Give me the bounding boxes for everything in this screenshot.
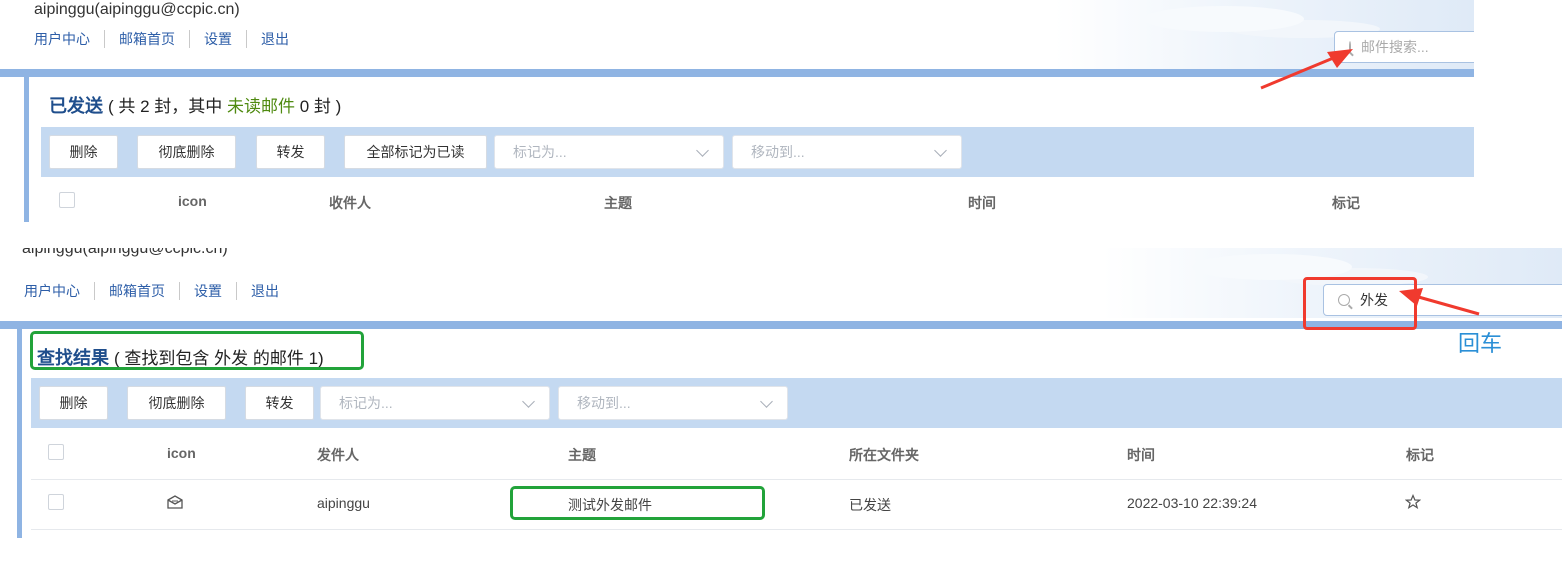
header-divider (0, 69, 1474, 77)
enter-key-label: 回车 (1458, 331, 1503, 356)
column-subject[interactable]: 主题 (604, 193, 632, 213)
nav-settings[interactable]: 设置 (180, 282, 237, 300)
row-time: 2022-03-10 22:39:24 (1127, 495, 1257, 511)
mark-as-label: 标记为... (513, 144, 567, 160)
move-to-label: 移动到... (751, 144, 805, 160)
delete-button[interactable]: 删除 (49, 135, 118, 169)
folder-name: 已发送 (49, 96, 103, 116)
count-prefix: ( 共 2 封，其中 (108, 97, 228, 116)
permanent-delete-button[interactable]: 彻底删除 (137, 135, 236, 169)
folder-title: 已发送 ( 共 2 封，其中 未读邮件 0 封 ) (49, 92, 341, 118)
column-flag[interactable]: 标记 (1406, 445, 1434, 465)
row-folder: 已发送 (849, 497, 891, 513)
column-flag[interactable]: 标记 (1332, 193, 1360, 213)
column-subject[interactable]: 主题 (568, 445, 596, 465)
enter-arrow-annotation (1399, 288, 1480, 316)
column-folder[interactable]: 所在文件夹 (849, 445, 919, 465)
row-divider (31, 529, 1562, 530)
row-divider (31, 479, 1562, 480)
row-checkbox[interactable] (48, 494, 64, 510)
column-icon: icon (167, 445, 196, 461)
column-icon: icon (178, 193, 207, 209)
chevron-down-icon (522, 395, 535, 408)
select-all-checkbox[interactable] (48, 444, 64, 460)
unread-link[interactable]: 未读邮件 (227, 97, 295, 116)
nav-mail-home[interactable]: 邮箱首页 (105, 30, 190, 48)
top-nav: 用户中心 邮箱首页 设置 退出 (24, 282, 293, 300)
count-suffix: 0 封 ) (295, 97, 342, 116)
mark-as-select[interactable]: 标记为... (494, 135, 724, 169)
mark-as-select[interactable]: 标记为... (320, 386, 550, 420)
arrow-to-search-annotation (1260, 49, 1353, 90)
column-recipient[interactable]: 收件人 (329, 193, 371, 213)
top-nav: 用户中心 邮箱首页 设置 退出 (34, 30, 303, 48)
row-sender: aipinggu (317, 495, 370, 511)
user-account: aipinggu(aipinggu@ccpic.cn) (34, 1, 240, 18)
permanent-delete-button[interactable]: 彻底删除 (127, 386, 226, 420)
chevron-down-icon (696, 144, 709, 157)
column-time[interactable]: 时间 (1127, 445, 1155, 465)
mark-as-label: 标记为... (339, 395, 393, 411)
nav-logout[interactable]: 退出 (247, 30, 303, 48)
subject-highlight-box (510, 486, 765, 520)
nav-user-center[interactable]: 用户中心 (24, 282, 95, 300)
move-to-select[interactable]: 移动到... (558, 386, 788, 420)
delete-button[interactable]: 删除 (39, 386, 108, 420)
content-left-stripe (17, 321, 22, 538)
chevron-down-icon (760, 395, 773, 408)
result-title-highlight-box (30, 331, 364, 370)
nav-user-center[interactable]: 用户中心 (34, 30, 105, 48)
mark-all-read-button[interactable]: 全部标记为已读 (344, 135, 487, 169)
top-panel: aipinggu(aipinggu@ccpic.cn) 用户中心 邮箱首页 设置… (0, 0, 1474, 222)
chevron-down-icon (934, 144, 947, 157)
move-to-label: 移动到... (577, 395, 631, 411)
column-time[interactable]: 时间 (968, 193, 996, 213)
nav-mail-home[interactable]: 邮箱首页 (95, 282, 180, 300)
forward-button[interactable]: 转发 (245, 386, 314, 420)
star-outline-icon[interactable] (1405, 494, 1421, 510)
mail-open-icon (167, 495, 183, 509)
forward-button[interactable]: 转发 (256, 135, 325, 169)
column-sender[interactable]: 发件人 (317, 445, 359, 465)
content-left-stripe (24, 69, 29, 222)
search-input[interactable] (1361, 39, 1474, 55)
move-to-select[interactable]: 移动到... (732, 135, 962, 169)
user-account: aipinggu(aipinggu@ccpic.cn) (22, 248, 228, 257)
select-all-checkbox[interactable] (59, 192, 75, 208)
nav-settings[interactable]: 设置 (190, 30, 247, 48)
nav-logout[interactable]: 退出 (237, 282, 293, 300)
